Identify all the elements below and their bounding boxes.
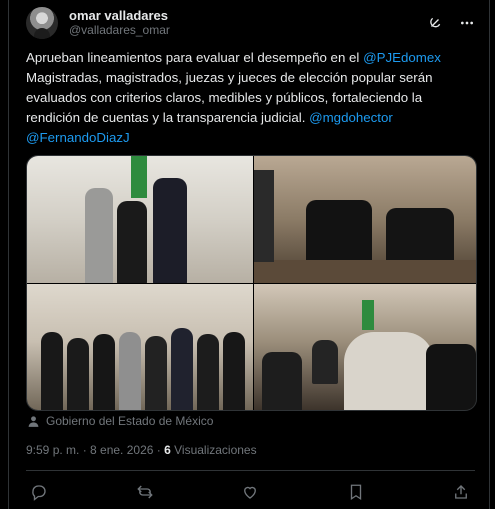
post-meta: 9:59 p. m. · 8 ene. 2026 · 6 Visualizaci… [26,443,257,457]
post-timestamp[interactable]: 9:59 p. m. · 8 ene. 2026 · [26,443,164,457]
avatar[interactable] [26,7,58,39]
like-icon[interactable] [240,482,260,502]
photo-4[interactable] [254,284,476,410]
header-actions [427,15,475,31]
divider [26,470,475,471]
author-names: omar valladares @valladares_omar [69,8,170,38]
views-count: 6 [164,443,171,457]
reply-icon[interactable] [29,482,49,502]
share-icon[interactable] [451,482,471,502]
post-text-part: Aprueban lineamientos para evaluar el de… [26,50,364,65]
photo-2[interactable] [254,156,476,283]
mention-link[interactable]: @mgdohector [309,110,393,125]
mention-link[interactable]: @FernandoDiazJ [26,130,130,145]
bookmark-icon[interactable] [346,482,366,502]
mention-link[interactable]: @PJEdomex [363,50,441,65]
post-card: omar valladares @valladares_omar Aprueba… [8,0,490,509]
photo-1[interactable] [27,156,253,283]
author-display-name[interactable]: omar valladares [69,8,170,23]
grok-icon[interactable] [427,15,443,31]
repost-icon[interactable] [135,482,155,502]
media-caption-text[interactable]: Gobierno del Estado de México [46,414,213,428]
person-icon [26,414,40,428]
more-icon[interactable] [459,15,475,31]
action-bar [29,482,471,502]
media-grid [26,155,477,411]
author-handle[interactable]: @valladares_omar [69,23,170,38]
photo-3[interactable] [27,284,253,410]
post-header: omar valladares @valladares_omar [26,6,475,40]
views-label: Visualizaciones [170,443,257,457]
post-text: Aprueban lineamientos para evaluar el de… [26,48,466,148]
media-caption: Gobierno del Estado de México [26,414,213,428]
